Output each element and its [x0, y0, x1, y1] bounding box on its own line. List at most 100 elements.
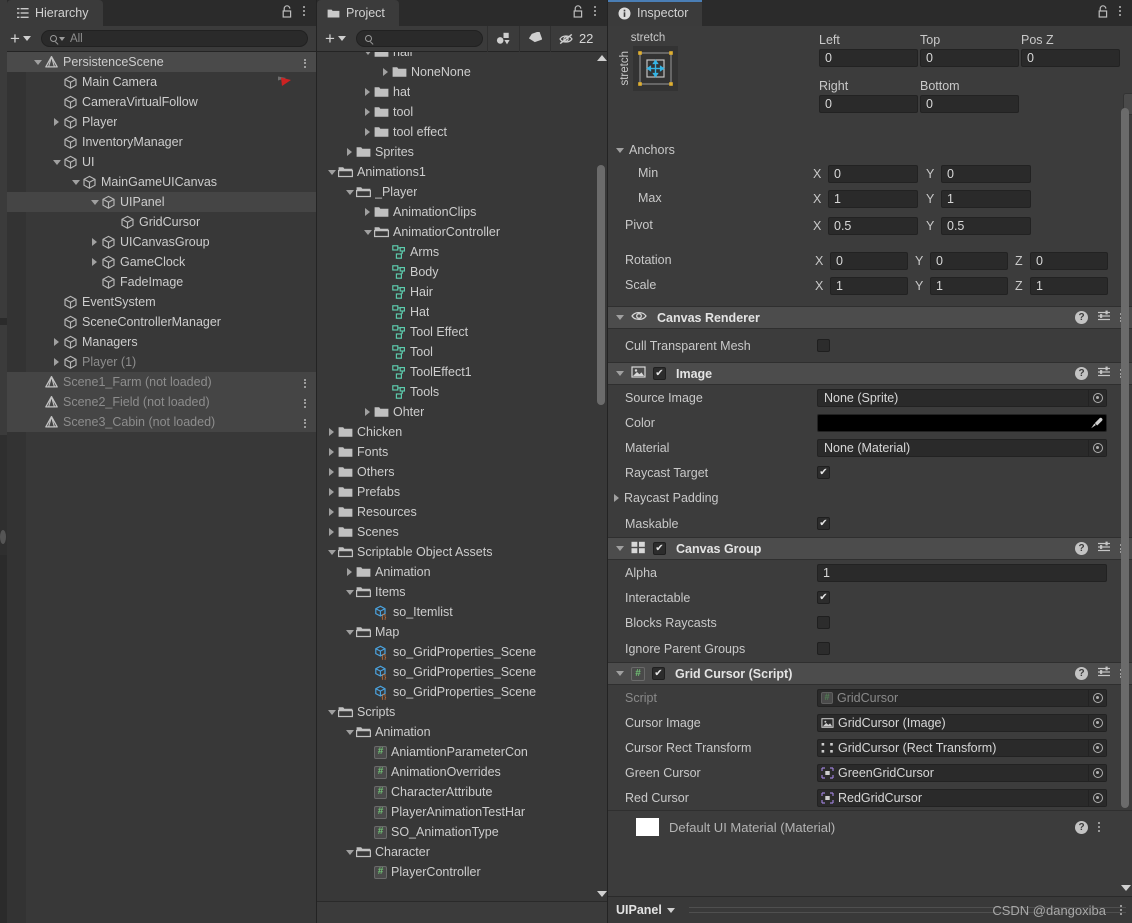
tree-row[interactable]: InventoryManager — [0, 132, 316, 152]
twisty-expanded-icon[interactable] — [325, 550, 338, 555]
source-image-field[interactable]: None (Sprite) — [817, 389, 1107, 407]
pos-z-input[interactable]: 0 — [1021, 49, 1120, 67]
help-icon[interactable]: ? — [1075, 367, 1088, 380]
twisty-expanded-icon[interactable] — [50, 160, 63, 165]
tree-row[interactable]: {}so_GridProperties_Scene — [317, 682, 607, 702]
tree-row[interactable]: #PlayerAnimationTestHar — [317, 802, 607, 822]
help-icon[interactable]: ? — [1075, 667, 1088, 680]
tree-row[interactable]: Map — [317, 622, 607, 642]
tree-row[interactable]: EventSystem — [0, 292, 316, 312]
bottom-input[interactable]: 0 — [920, 95, 1019, 113]
tree-row[interactable]: Managers — [0, 332, 316, 352]
tree-row[interactable]: AnimationClips — [317, 202, 607, 222]
help-icon[interactable]: ? — [1075, 311, 1088, 324]
anchor-preset-graphic[interactable] — [633, 46, 678, 91]
project-search-input[interactable] — [356, 30, 483, 47]
twisty-expanded-icon[interactable] — [361, 230, 374, 235]
grid-cursor-object-field[interactable]: GridCursor (Image) — [817, 714, 1107, 732]
object-picker-icon[interactable] — [1088, 690, 1106, 706]
rotation-x-input[interactable]: 0 — [830, 252, 908, 270]
tree-row[interactable]: NoneNone — [317, 62, 607, 82]
inspector-scrollbar-thumb[interactable] — [1121, 108, 1129, 808]
twisty-expanded-icon[interactable] — [343, 190, 356, 195]
tree-row[interactable]: ToolEffect1 — [317, 362, 607, 382]
tree-row[interactable]: FadeImage — [0, 272, 316, 292]
tree-row[interactable]: #AniamtionParameterCon — [317, 742, 607, 762]
tree-row[interactable]: SceneControllerManager — [0, 312, 316, 332]
image-foldout-icon[interactable] — [616, 371, 624, 376]
scale-y-input[interactable]: 1 — [930, 277, 1008, 295]
cull-transparent-mesh-checkbox[interactable] — [817, 339, 830, 352]
canvas-group-enabled-checkbox[interactable] — [653, 542, 666, 555]
twisty-collapsed-icon[interactable] — [325, 428, 338, 436]
object-picker-icon[interactable] — [1088, 440, 1106, 456]
project-add-button[interactable]: + — [317, 32, 352, 45]
twisty-collapsed-icon[interactable] — [88, 238, 101, 246]
tree-row[interactable]: UIPanel — [0, 192, 316, 212]
help-icon[interactable]: ? — [1075, 821, 1088, 834]
twisty-expanded-icon[interactable] — [325, 170, 338, 175]
tree-row[interactable]: Scene1_Farm (not loaded) — [0, 372, 316, 392]
tree-row[interactable]: Items — [317, 582, 607, 602]
scale-z-input[interactable]: 1 — [1030, 277, 1108, 295]
tree-row[interactable]: Hat — [317, 302, 607, 322]
tab-project[interactable]: Project — [317, 0, 399, 26]
row-menu-icon[interactable] — [304, 397, 308, 409]
filter-by-label-button[interactable] — [519, 26, 550, 52]
grid-cursor-object-field[interactable]: RedGridCursor — [817, 789, 1107, 807]
tree-row[interactable]: Body — [317, 262, 607, 282]
scroll-down-arrow-icon[interactable] — [597, 891, 607, 897]
twisty-expanded-icon[interactable] — [361, 52, 374, 55]
tree-row[interactable]: Tool — [317, 342, 607, 362]
twisty-expanded-icon[interactable] — [88, 200, 101, 205]
right-input[interactable]: 0 — [819, 95, 918, 113]
tree-row[interactable]: {}so_GridProperties_Scene — [317, 662, 607, 682]
tree-row[interactable]: CameraVirtualFollow — [0, 92, 316, 112]
tree-row[interactable]: Tools — [317, 382, 607, 402]
tree-row[interactable]: Scriptable Object Assets — [317, 542, 607, 562]
raycast-padding-foldout-icon[interactable] — [614, 494, 619, 502]
twisty-collapsed-icon[interactable] — [325, 448, 338, 456]
blocks-raycasts-checkbox[interactable] — [817, 616, 830, 629]
tree-row[interactable]: #PlayerController — [317, 862, 607, 882]
row-menu-icon[interactable] — [304, 417, 308, 429]
twisty-collapsed-icon[interactable] — [325, 488, 338, 496]
tree-row[interactable]: Player (1) — [0, 352, 316, 372]
tree-row[interactable]: _Player — [317, 182, 607, 202]
tree-row[interactable]: Player — [0, 112, 316, 132]
raycast-target-checkbox[interactable] — [817, 466, 830, 479]
canvas-renderer-header[interactable]: Canvas Renderer ? — [608, 306, 1132, 329]
tree-row[interactable]: Prefabs — [317, 482, 607, 502]
anchor-max-x-input[interactable]: 1 — [828, 190, 918, 208]
twisty-collapsed-icon[interactable] — [361, 208, 374, 216]
twisty-collapsed-icon[interactable] — [361, 408, 374, 416]
preset-icon[interactable] — [1097, 366, 1111, 381]
preset-icon[interactable] — [1097, 541, 1111, 556]
rotation-z-input[interactable]: 0 — [1030, 252, 1108, 270]
canvas-group-header[interactable]: Canvas Group ? — [608, 537, 1132, 560]
image-enabled-checkbox[interactable] — [653, 367, 666, 380]
twisty-collapsed-icon[interactable] — [50, 358, 63, 366]
left-input[interactable]: 0 — [819, 49, 918, 67]
object-picker-icon[interactable] — [1088, 390, 1106, 406]
hierarchy-menu-icon[interactable] — [303, 5, 307, 17]
project-tree[interactable]: hairNoneNonehattooltool effectSpritesAni… — [317, 52, 607, 901]
twisty-collapsed-icon[interactable] — [379, 68, 392, 76]
scroll-down-arrow-icon[interactable] — [1121, 885, 1131, 891]
tab-inspector[interactable]: Inspector — [608, 0, 702, 26]
row-menu-icon[interactable] — [304, 377, 308, 389]
project-menu-icon[interactable] — [594, 5, 598, 17]
tree-row[interactable]: PersistenceScene — [0, 52, 316, 72]
tree-row[interactable]: Fonts — [317, 442, 607, 462]
tree-row[interactable]: Scenes — [317, 522, 607, 542]
tree-row[interactable]: UICanvasGroup — [0, 232, 316, 252]
material-footer[interactable]: Default UI Material (Material) ? — [608, 810, 1132, 843]
pivot-y-input[interactable]: 0.5 — [941, 217, 1031, 235]
lock-icon[interactable] — [572, 5, 584, 18]
hierarchy-search-input[interactable]: All — [41, 30, 308, 47]
tree-row[interactable]: Scene3_Cabin (not loaded) — [0, 412, 316, 432]
image-component-header[interactable]: Image ? — [608, 362, 1132, 385]
twisty-collapsed-icon[interactable] — [325, 528, 338, 536]
maskable-checkbox[interactable] — [817, 517, 830, 530]
lock-icon[interactable] — [1097, 5, 1109, 18]
